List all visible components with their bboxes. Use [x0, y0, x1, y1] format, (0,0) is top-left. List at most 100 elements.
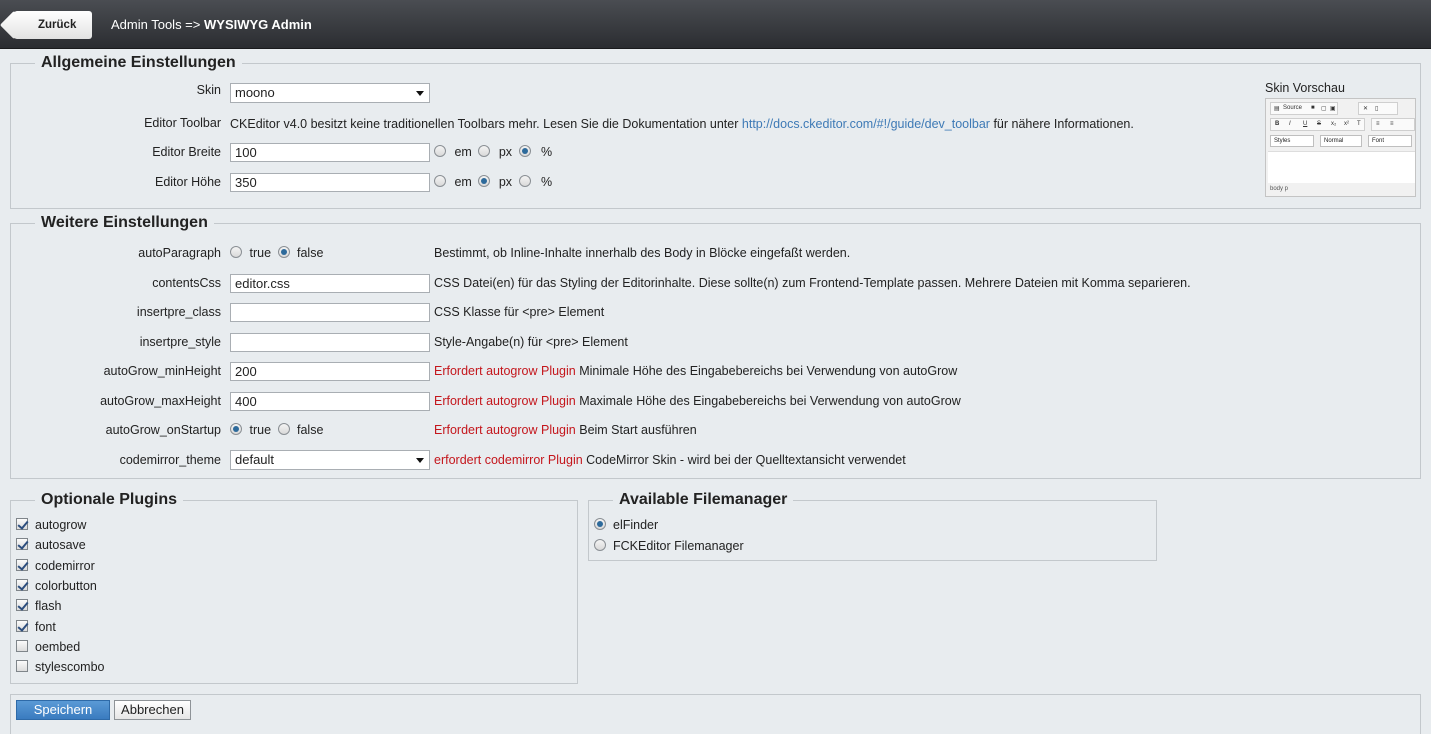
skin-preview-image: ▤ Source ■ ▢ ▣ ✕ ▯ B I U S x₂ x² T ≡ ≡ S… — [1265, 98, 1416, 197]
autogrow-onstartup-false-label: false — [297, 423, 324, 437]
plugin-checkbox[interactable] — [16, 518, 28, 530]
skin-select[interactable]: moono — [230, 83, 430, 103]
editor-toolbar-info: CKEditor v4.0 besitzt keine traditionell… — [230, 113, 1134, 135]
autogrow-minheight-input[interactable]: 200 — [230, 362, 430, 381]
autoparagraph-true-radio[interactable] — [230, 246, 242, 258]
height-unit-pct-label: % — [541, 175, 553, 189]
preview-bulletlist-icon: ≡ — [1390, 121, 1394, 127]
filemanager-item[interactable]: elFinder — [594, 514, 658, 536]
plugin-label: oembed — [35, 639, 81, 654]
skin-preview-title: Skin Vorschau — [1265, 81, 1345, 95]
preview-toolbar-group: ▤ Source ■ ▢ ▣ — [1270, 102, 1338, 115]
plugin-checkbox[interactable] — [16, 578, 28, 591]
autogrow-onstartup-true-radio[interactable] — [230, 423, 242, 435]
save-button[interactable]: Speichern — [16, 700, 110, 720]
autogrow-maxheight-input[interactable]: 400 — [230, 392, 430, 411]
preview-styles-combo: Styles — [1270, 135, 1314, 147]
plugin-item[interactable]: flash — [16, 595, 61, 617]
plugin-item[interactable]: autogrow — [16, 514, 86, 536]
autogrow-minheight-description: Erfordert autogrow Plugin Minimale Höhe … — [434, 360, 957, 382]
width-unit-em-radio[interactable] — [434, 145, 446, 157]
editor-height-units: em px % — [434, 171, 552, 193]
contentscss-description: CSS Datei(en) für das Styling der Editor… — [434, 276, 1191, 290]
plugin-item[interactable]: colorbutton — [16, 575, 97, 597]
height-unit-em-radio[interactable] — [434, 175, 446, 187]
plugin-label: autogrow — [35, 518, 87, 532]
preview-source-label: Source — [1283, 105, 1303, 111]
preview-font-combo: Font — [1368, 135, 1412, 147]
plugin-checkbox[interactable] — [16, 599, 28, 612]
plugin-checkbox[interactable] — [16, 660, 28, 673]
toolbar-info-text-after: für nähere Informationen. — [993, 117, 1134, 131]
width-unit-px-radio[interactable] — [478, 145, 491, 157]
autogrow-onstartup-desc: Beim Start ausführen — [579, 423, 697, 437]
preview-bold-icon: B — [1275, 121, 1280, 127]
height-unit-em-label: em — [454, 175, 472, 189]
insertpre-style-input[interactable] — [230, 333, 430, 352]
filemanager-label: elFinder — [613, 518, 659, 532]
preview-source-icon: ▤ — [1274, 106, 1280, 112]
autogrow-onstartup-description: Erfordert autogrow Plugin Beim Start aus… — [434, 419, 697, 441]
width-unit-pct-radio[interactable] — [518, 145, 531, 157]
plugin-item[interactable]: stylescombo — [16, 656, 104, 678]
plugin-item[interactable]: font — [16, 616, 56, 638]
codemirror-theme-requirement: erfordert codemirror Plugin — [434, 453, 583, 467]
autogrow-maxheight-desc: Maximale Höhe des Eingabebereichs bei Ve… — [579, 394, 961, 408]
height-unit-pct-radio[interactable] — [518, 175, 531, 187]
filemanager-radio[interactable] — [594, 518, 606, 530]
autoparagraph-false-radio[interactable] — [277, 246, 290, 258]
autoparagraph-label: autoParagraph — [138, 246, 221, 260]
codemirror-theme-select[interactable]: default — [230, 450, 430, 470]
autogrow-maxheight-label: autoGrow_maxHeight — [100, 394, 221, 408]
width-unit-pct-label: % — [541, 145, 553, 159]
editor-width-input[interactable]: 100 — [230, 143, 430, 162]
preview-numberedlist-icon: ≡ — [1376, 121, 1380, 127]
plugin-checkbox[interactable] — [16, 639, 28, 652]
insertpre-class-description: CSS Klasse für <pre> Element — [434, 305, 605, 319]
filemanager-label: FCKEditor Filemanager — [613, 539, 744, 553]
filemanager-radio[interactable] — [594, 539, 606, 551]
back-button[interactable]: Zurück — [14, 11, 92, 39]
plugin-item[interactable]: autosave — [16, 534, 86, 556]
autoparagraph-false-label: false — [297, 246, 324, 260]
autoparagraph-true-label: true — [249, 246, 272, 260]
preview-toolbar-group: B I U S x₂ x² T — [1270, 118, 1365, 131]
more-settings-legend: Weitere Einstellungen — [41, 214, 208, 231]
plugin-checkbox[interactable] — [16, 538, 28, 551]
plugin-item[interactable]: oembed — [16, 636, 80, 658]
preview-copy-icon: ▯ — [1375, 106, 1379, 112]
autogrow-onstartup-false-radio[interactable] — [277, 423, 290, 435]
autoparagraph-description: Bestimmt, ob Inline-Inhalte innerhalb de… — [434, 246, 851, 260]
insertpre-class-input[interactable] — [230, 303, 430, 322]
preview-toolbar-group: ✕ ▯ — [1358, 102, 1398, 115]
filemanager-item[interactable]: FCKEditor Filemanager — [594, 535, 744, 557]
optional-plugins-legend: Optionale Plugins — [41, 491, 178, 508]
toolbar-docs-link[interactable]: http://docs.ckeditor.com/#!/guide/dev_to… — [742, 117, 990, 131]
back-button-label: Zurück — [38, 19, 77, 31]
preview-superscript-icon: x² — [1344, 121, 1349, 127]
insertpre-style-description: Style-Angabe(n) für <pre> Element — [434, 335, 628, 349]
autogrow-maxheight-description: Erfordert autogrow Plugin Maximale Höhe … — [434, 390, 961, 412]
plugin-checkbox[interactable] — [16, 558, 28, 571]
cancel-button[interactable]: Abbrechen — [114, 700, 191, 720]
autogrow-onstartup-options: true false — [230, 419, 323, 441]
preview-toolbar-group: ≡ ≡ — [1371, 118, 1415, 131]
codemirror-theme-description: erfordert codemirror Plugin CodeMirror S… — [434, 449, 906, 471]
preview-newpage-icon: ▢ — [1321, 106, 1327, 112]
plugin-checkbox[interactable] — [16, 619, 28, 632]
preview-underline-icon: U — [1303, 121, 1308, 127]
contentscss-input[interactable]: editor.css — [230, 274, 430, 293]
preview-cut-icon: ✕ — [1363, 106, 1369, 112]
breadcrumb: Admin Tools => WYSIWYG Admin — [111, 17, 312, 32]
breadcrumb-prefix: Admin Tools => — [111, 17, 201, 32]
editor-width-label: Editor Breite — [152, 145, 221, 159]
preview-save-icon: ■ — [1311, 105, 1315, 111]
filemanager-legend: Available Filemanager — [619, 491, 788, 508]
plugin-item[interactable]: codemirror — [16, 555, 95, 577]
plugin-label: colorbutton — [35, 578, 97, 593]
height-unit-px-radio[interactable] — [478, 175, 491, 187]
editor-toolbar-label: Editor Toolbar — [144, 116, 221, 130]
editor-height-input[interactable]: 350 — [230, 173, 430, 192]
preview-italic-icon: I — [1289, 121, 1291, 127]
codemirror-theme-desc: CodeMirror Skin - wird bei der Quelltext… — [586, 453, 906, 467]
